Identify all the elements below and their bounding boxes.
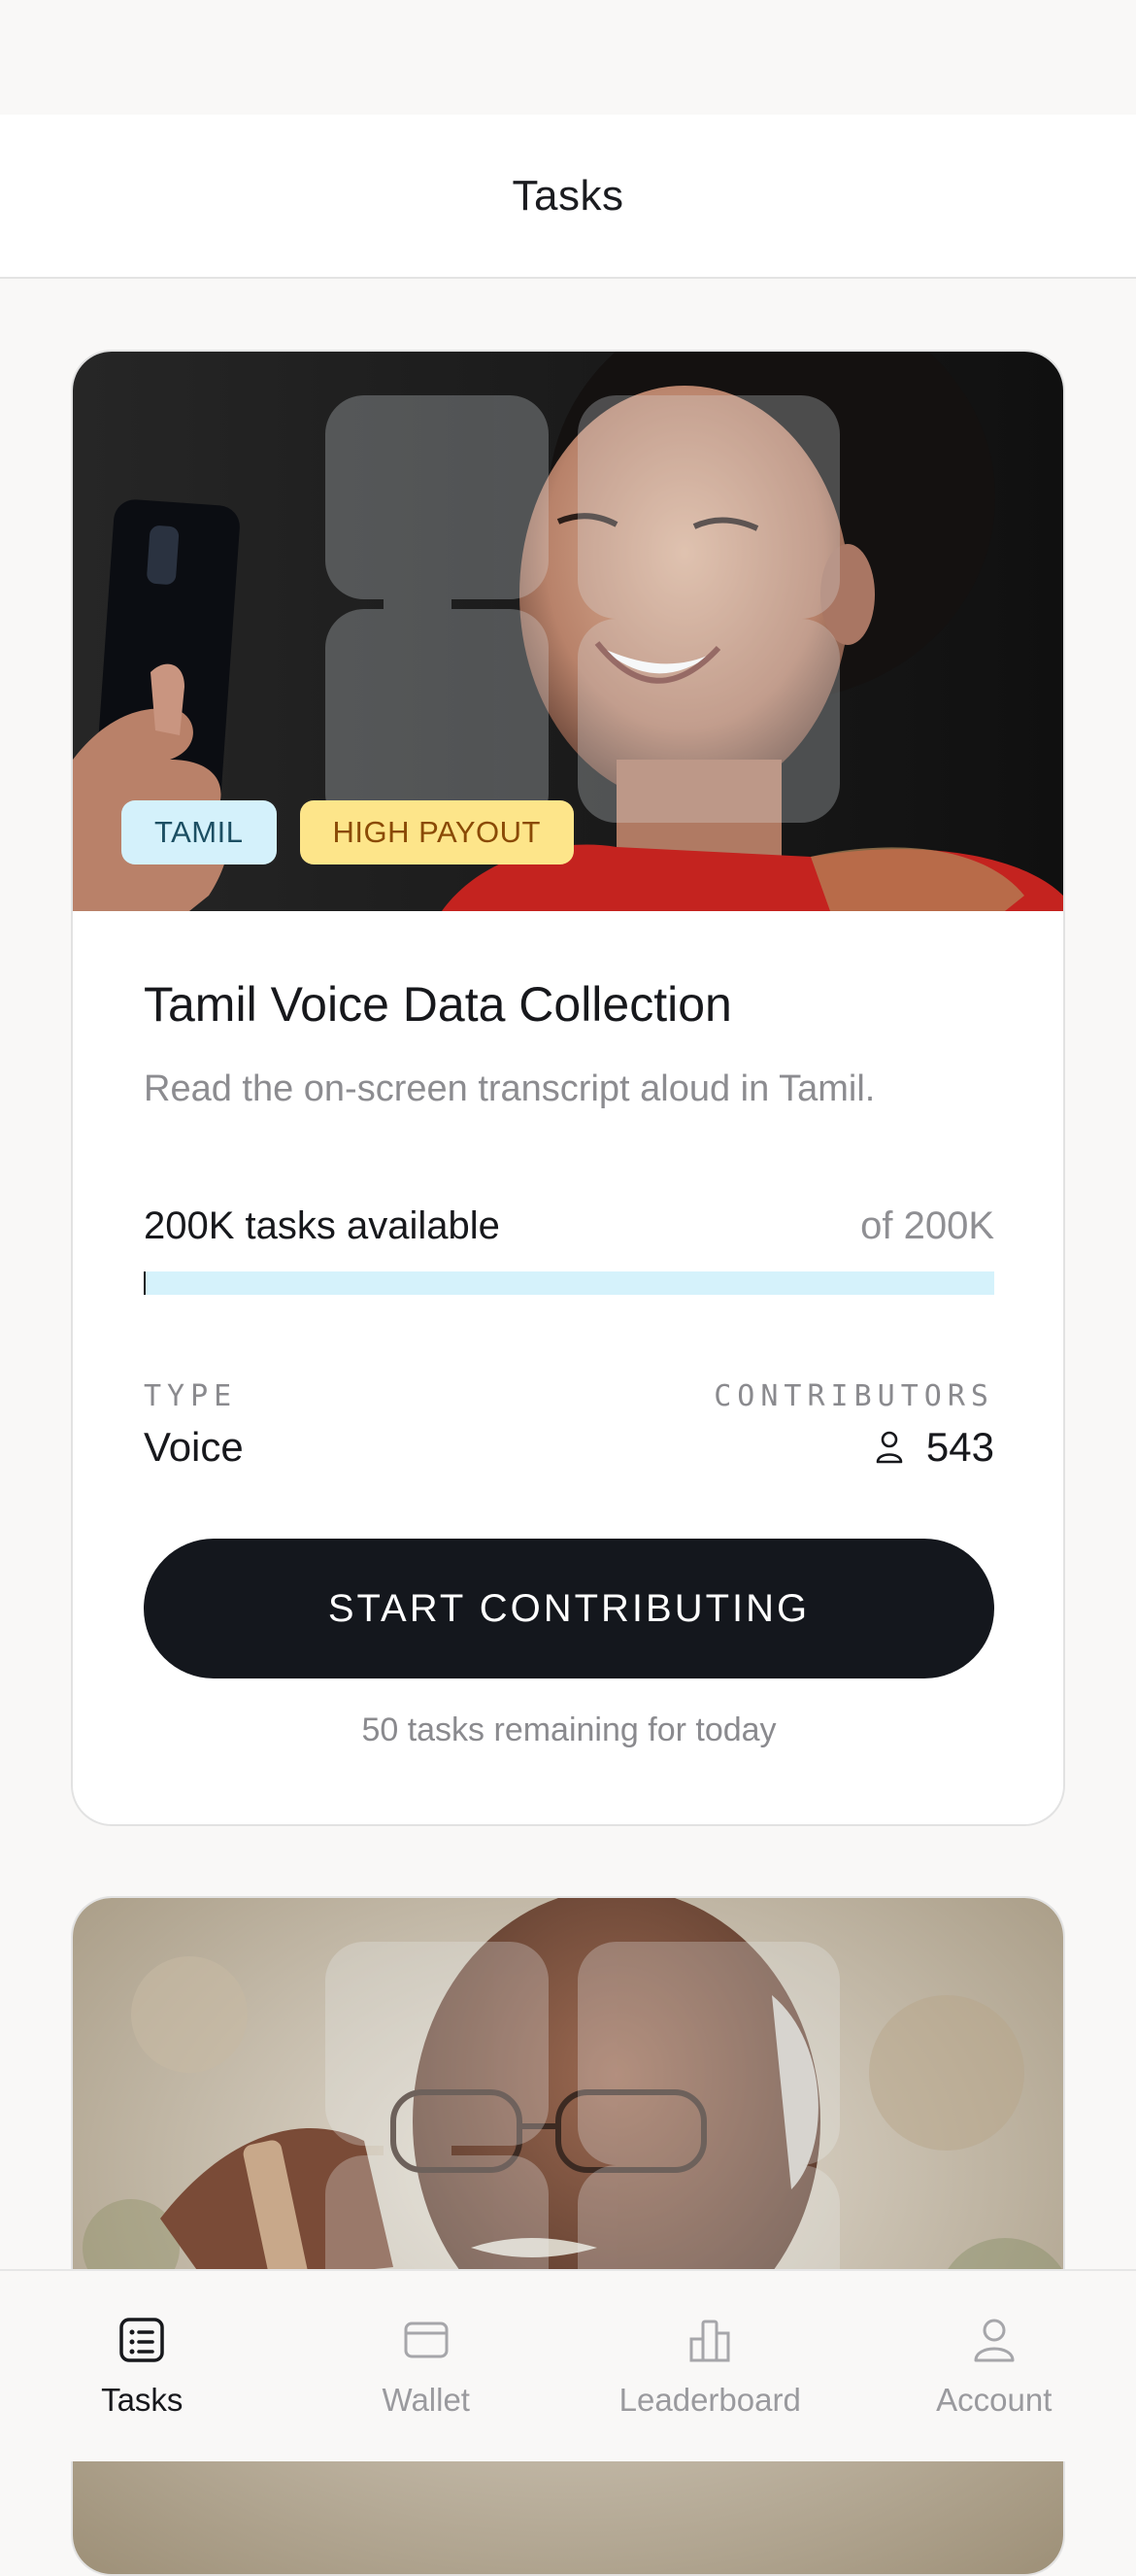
tab-tasks[interactable]: Tasks (0, 2271, 284, 2461)
type-label: TYPE (144, 1379, 237, 1413)
task-title: Tamil Voice Data Collection (144, 976, 732, 1033)
type-value: Voice (144, 1424, 244, 1471)
start-contributing-button[interactable]: START CONTRIBUTING (144, 1539, 994, 1678)
person-icon (876, 1431, 903, 1464)
tasks-remaining-today: 50 tasks remaining for today (144, 1712, 994, 1749)
language-badge: TAMIL (121, 800, 277, 864)
task-card[interactable] (71, 1896, 1065, 2576)
tasks-list-icon (117, 2316, 166, 2364)
tab-wallet[interactable]: Wallet (284, 2271, 569, 2461)
tab-label-tasks: Tasks (101, 2382, 183, 2419)
task-card[interactable]: TAMIL HIGH PAYOUT Tamil Voice Data Colle… (71, 350, 1065, 1826)
task-hero-image (73, 1898, 1063, 2576)
task-hero-image: TAMIL HIGH PAYOUT (73, 352, 1063, 911)
tab-account[interactable]: Account (852, 2271, 1136, 2461)
high-payout-badge: HIGH PAYOUT (300, 800, 574, 864)
bottom-tab-bar: Tasks Wallet Leaderboard Account (0, 2269, 1136, 2461)
contributors-value: 543 (876, 1424, 994, 1471)
wallet-icon (402, 2316, 451, 2364)
tab-leaderboard[interactable]: Leaderboard (568, 2271, 852, 2461)
account-icon (970, 2316, 1019, 2364)
tab-label-account: Account (936, 2382, 1052, 2419)
tab-label-leaderboard: Leaderboard (619, 2382, 801, 2419)
contributors-label: CONTRIBUTORS (714, 1379, 994, 1413)
tasks-total: of 200K (860, 1204, 994, 1248)
tasks-available: 200K tasks available (144, 1204, 500, 1248)
task-description: Read the on-screen transcript aloud in T… (144, 1068, 875, 1110)
tasks-progress-fill (144, 1271, 146, 1295)
tasks-progress-bar (144, 1271, 994, 1295)
man-on-phone-photo (73, 1898, 1063, 2576)
page-title: Tasks (513, 172, 624, 220)
top-bar: Tasks (0, 115, 1136, 279)
tab-label-wallet: Wallet (383, 2382, 470, 2419)
status-bar-area (0, 0, 1136, 115)
contributors-count: 543 (926, 1424, 994, 1471)
leaderboard-icon (685, 2316, 734, 2364)
